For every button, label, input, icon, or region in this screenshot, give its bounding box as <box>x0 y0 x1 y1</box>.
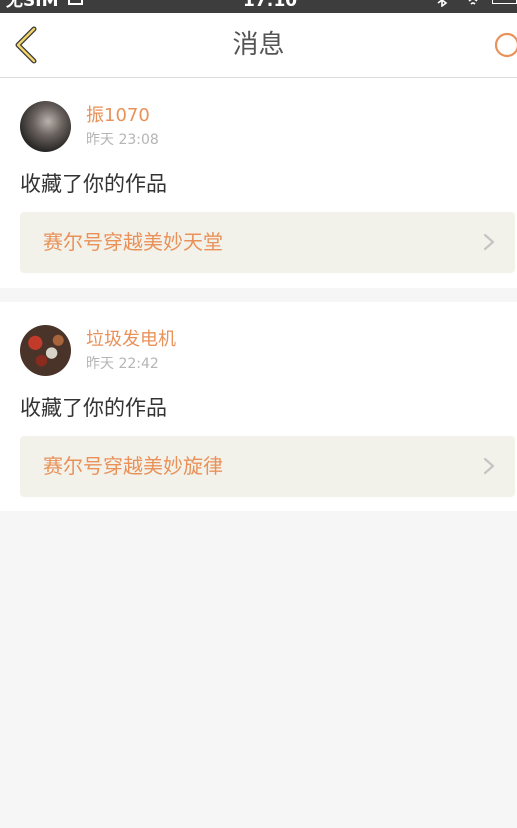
chevron-right-icon <box>483 457 495 475</box>
message-time: 昨天 22:42 <box>86 356 159 372</box>
message-action: 收藏了你的作品 <box>20 396 167 420</box>
avatar[interactable] <box>20 325 71 376</box>
message-time: 昨天 23:08 <box>86 132 159 148</box>
user-name[interactable]: 振1070 <box>86 105 150 127</box>
refresh-icon <box>494 32 517 58</box>
message-card: 垃圾发电机 昨天 22:42 收藏了你的作品 赛尔号穿越美妙旋律 <box>0 302 517 511</box>
sim-icon <box>68 0 83 5</box>
page-title: 消息 <box>232 30 285 60</box>
status-bar: 无SIM 17:10 <box>0 0 517 13</box>
user-name[interactable]: 垃圾发电机 <box>86 329 176 351</box>
status-time: 17:10 <box>243 0 298 11</box>
avatar[interactable] <box>20 101 71 152</box>
message-action: 收藏了你的作品 <box>20 172 167 196</box>
chevron-right-icon <box>483 233 495 251</box>
carrier-label: 无SIM <box>6 0 59 11</box>
work-link[interactable]: 赛尔号穿越美妙天堂 <box>20 212 515 273</box>
refresh-button[interactable] <box>492 30 517 60</box>
work-title: 赛尔号穿越美妙旋律 <box>43 454 223 478</box>
work-title: 赛尔号穿越美妙天堂 <box>43 230 223 254</box>
message-card: 振1070 昨天 23:08 收藏了你的作品 赛尔号穿越美妙天堂 <box>0 78 517 288</box>
work-link[interactable]: 赛尔号穿越美妙旋律 <box>20 436 515 497</box>
battery-icon <box>492 0 517 4</box>
bluetooth-icon <box>436 0 448 8</box>
app-header: 消息 <box>0 13 517 78</box>
wifi-icon <box>466 0 478 5</box>
